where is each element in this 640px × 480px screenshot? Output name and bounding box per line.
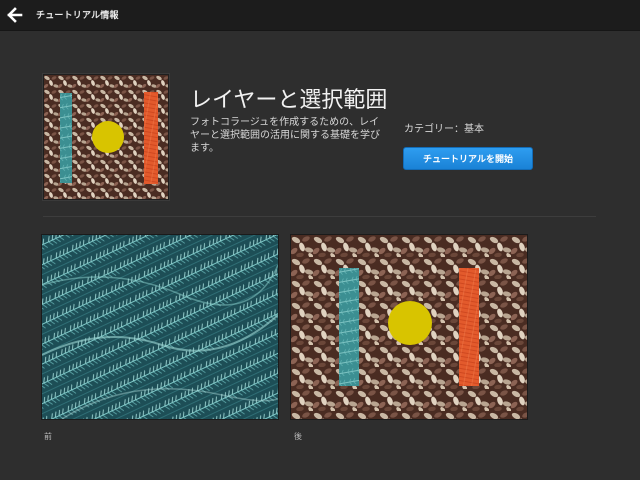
- teal-bar-shape: [339, 268, 359, 386]
- teal-bar-shape: [60, 93, 72, 183]
- orange-bar-shape: [144, 92, 158, 184]
- back-button[interactable]: [6, 6, 24, 24]
- divider: [43, 216, 596, 217]
- tutorial-description: フォトコラージュを作成するための、レイヤーと選択範囲の活用に関する基礎を学びます…: [190, 117, 380, 154]
- yellow-circle-shape: [92, 121, 124, 153]
- before-caption: 前: [44, 432, 52, 441]
- after-image: [291, 235, 527, 419]
- page-title: チュートリアル情報: [36, 11, 119, 21]
- tutorial-title: レイヤーと選択範囲: [190, 88, 388, 113]
- tutorial-category: カテゴリー：基本: [404, 124, 484, 135]
- yellow-circle-shape: [388, 301, 432, 345]
- orange-bar-shape: [459, 268, 479, 386]
- tutorial-thumbnail: [43, 74, 169, 200]
- after-caption: 後: [294, 432, 302, 441]
- top-bar: チュートリアル情報: [0, 0, 640, 31]
- arrow-left-icon: [7, 7, 23, 23]
- start-tutorial-button[interactable]: チュートリアルを開始: [403, 147, 533, 170]
- before-image: [42, 235, 278, 419]
